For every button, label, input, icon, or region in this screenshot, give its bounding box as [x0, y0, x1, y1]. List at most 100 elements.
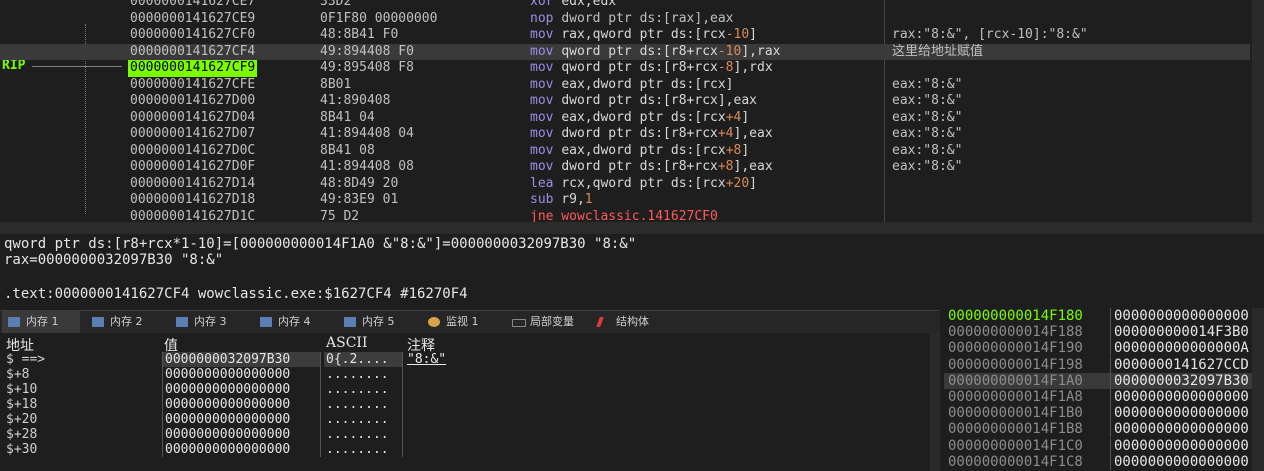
stack-value[interactable]: 000000000014F3B0 [1110, 324, 1249, 341]
disasm-address[interactable]: 0000000141627D07 [130, 126, 255, 143]
tab-1[interactable]: 内存 1 [2, 311, 80, 333]
dump-ascii[interactable]: ........ [324, 412, 403, 427]
disasm-row[interactable]: 0000000141627D0F 41:894408 08 mov dword pt… [0, 159, 1250, 176]
stack-row[interactable]: 000000000014F180 0000000000000000 [944, 308, 1264, 324]
disasm-address[interactable]: 0000000141627CE9 [130, 11, 255, 28]
dump-ascii[interactable]: ........ [324, 382, 403, 397]
dump-ascii[interactable]: ........ [324, 442, 403, 457]
stack-row[interactable]: 000000000014F1A0 0000000032097B30 [944, 372, 1264, 389]
stack-value[interactable]: 0000000000000000 [1110, 437, 1249, 454]
disasm-row[interactable]: 0000000141627CE9 0F1F80 00000000 nop dword… [0, 11, 1250, 28]
dump-ascii[interactable]: ........ [324, 397, 403, 412]
disasm-address[interactable]: 0000000141627CE7 [130, 0, 255, 11]
dump-value[interactable]: 0000000032097B30 [162, 352, 321, 367]
stack-row[interactable]: 000000000014F198 0000000141627CCD [944, 356, 1264, 373]
disasm-row[interactable]: 0000000141627D14 48:8D49 20 lea rcx,qword … [0, 176, 1250, 193]
stack-scrollbar[interactable] [1252, 308, 1264, 471]
stack-row[interactable]: 000000000014F1B8 0000000000000000 [944, 421, 1264, 438]
stack-value[interactable]: 0000000000000000 [1110, 421, 1249, 438]
stack-address[interactable]: 000000000014F190 [948, 340, 1083, 356]
disasm-address[interactable]: 0000000141627D14 [130, 176, 255, 193]
stack-address[interactable]: 000000000014F1B8 [948, 421, 1083, 437]
stack-value[interactable]: 0000000000000000 [1110, 405, 1249, 422]
disassembly-scrollbar[interactable] [1252, 0, 1264, 222]
disasm-address[interactable]: 0000000141627CF0 [130, 27, 255, 44]
stack-row[interactable]: 000000000014F190 000000000000000A [944, 340, 1264, 357]
stack-row[interactable]: 000000000014F1B0 0000000000000000 [944, 405, 1264, 422]
dump-row[interactable]: $+28 0000000000000000........ [0, 427, 930, 442]
dump-row[interactable]: $+20 0000000000000000........ [0, 412, 930, 427]
dump-value[interactable]: 0000000000000000 [162, 397, 321, 412]
disasm-address[interactable]: 0000000141627D0C [130, 143, 255, 160]
stack-value[interactable]: 0000000000000000 [1110, 389, 1249, 405]
dump-scrollbar[interactable] [930, 333, 940, 471]
horizontal-scrollbar[interactable] [0, 222, 1264, 234]
stack-address[interactable]: 000000000014F180 [948, 308, 1083, 324]
disasm-row[interactable]: 0000000141627D1C 75 D2 jne wowclassic.1416… [0, 209, 1250, 223]
stack-row[interactable]: 000000000014F1A8 0000000000000000 [944, 389, 1264, 405]
dump-row[interactable]: $ ==> 0000000032097B30 0{.2.... "8:&" [0, 352, 930, 367]
dump-value[interactable]: 0000000000000000 [162, 367, 321, 382]
disasm-address[interactable]: 0000000141627CFE [130, 77, 255, 94]
dump-value[interactable]: 0000000000000000 [162, 382, 321, 397]
instruction-token: mov [530, 93, 562, 108]
stack-row[interactable]: 000000000014F188 000000000014F3B0 [944, 324, 1264, 341]
disasm-instruction: mov dword ptr ds:[r8+rcx+4],eax [530, 126, 773, 143]
disasm-row[interactable]: 0000000141627CF0 48:8B41 F0 mov rax,qword … [0, 27, 1250, 44]
dump-ascii[interactable]: 0{.2.... [324, 352, 403, 367]
stack-address[interactable]: 000000000014F1C8 [948, 454, 1083, 470]
disasm-row[interactable]: 0000000141627CF4 49:894408 F0 mov qword pt… [0, 43, 1250, 61]
stack-address[interactable]: 000000000014F1A8 [948, 389, 1083, 405]
stack-address[interactable]: 000000000014F188 [948, 324, 1083, 340]
tab-8[interactable]: 结构体 [592, 311, 668, 333]
disasm-row[interactable]: 0000000141627D04 8B41 04 mov eax,dword ptr… [0, 110, 1250, 127]
disasm-row[interactable]: 0000000141627CFE 8B01 mov eax,dword ptr ds… [0, 77, 1250, 94]
stack-address[interactable]: 000000000014F198 [948, 357, 1083, 373]
stack-row[interactable]: 000000000014F1C0 0000000000000000 [944, 437, 1264, 454]
disasm-address[interactable]: 0000000141627D1C [130, 209, 255, 223]
stack-value[interactable]: 0000000032097B30 [1110, 372, 1249, 389]
dump-row[interactable]: $+30 0000000000000000........ [0, 442, 930, 457]
dump-value[interactable]: 0000000000000000 [162, 427, 321, 442]
stack-address[interactable]: 000000000014F1A0 [948, 373, 1083, 389]
disasm-row[interactable]: 0000000141627D00 41:890408 mov dword ptr d… [0, 93, 1250, 110]
disasm-row[interactable]: 0000000141627CE7 33D2 xor edx,edx [0, 0, 1250, 11]
locals-icon [512, 319, 526, 327]
disasm-address[interactable]: 0000000141627D0F [130, 159, 255, 176]
tab-3[interactable]: 内存 3 [170, 311, 248, 333]
tab-6[interactable]: 监视 1 [422, 311, 500, 333]
disassembly-pane[interactable]: RIP 0000000141627CE7 33D2 xor edx,edx 00000… [0, 0, 1264, 222]
tab-5[interactable]: 内存 5 [338, 311, 416, 333]
instruction-token: ] [749, 27, 757, 42]
disasm-address[interactable]: 0000000141627D04 [130, 110, 255, 127]
dump-ascii[interactable]: ........ [324, 427, 403, 442]
stack-address[interactable]: 000000000014F1C0 [948, 438, 1083, 454]
tab-7[interactable]: 局部变量 [506, 311, 586, 333]
dump-value[interactable]: 0000000000000000 [162, 442, 321, 457]
stack-value[interactable]: 0000000141627CCD [1110, 356, 1249, 373]
instruction-token: mov [530, 76, 562, 92]
stack-row[interactable]: 000000000014F1C8 0000000000000000 [944, 453, 1264, 470]
dump-row[interactable]: $+18 0000000000000000........ [0, 397, 930, 412]
tab-4[interactable]: 内存 4 [254, 311, 332, 333]
disasm-row[interactable]: 0000000141627D07 41:894408 04 mov dword pt… [0, 126, 1250, 143]
dump-row[interactable]: $+10 0000000000000000........ [0, 382, 930, 397]
disasm-row[interactable]: 0000000141627D18 49:83E9 01 sub r9,1 [0, 192, 1250, 209]
dump-offset-label: $+10 [6, 382, 38, 397]
disasm-address[interactable]: 0000000141627CF4 [130, 44, 255, 61]
disasm-address[interactable]: 0000000141627D00 [130, 93, 255, 110]
dump-row[interactable]: $+8 0000000000000000........ [0, 367, 930, 382]
tab-2[interactable]: 内存 2 [86, 311, 164, 333]
memory-dump-pane[interactable]: 地址 值 ASCII 注释 $ ==> 0000000032097B30 0{.2.… [0, 333, 930, 471]
stack-pane[interactable]: 000000000014F180 0000000000000000 00000000… [944, 308, 1264, 471]
dump-ascii[interactable]: ........ [324, 367, 403, 382]
stack-value[interactable]: 0000000000000000 [1110, 453, 1249, 470]
disasm-row[interactable]: 0000000141627D0C 8B41 08 mov eax,dword ptr… [0, 143, 1250, 160]
stack-value[interactable]: 0000000000000000 [1110, 308, 1249, 324]
stack-value[interactable]: 000000000000000A [1110, 340, 1249, 357]
disasm-address[interactable]: 0000000141627CF9 [128, 60, 258, 77]
disasm-address[interactable]: 0000000141627D18 [130, 192, 255, 209]
dump-value[interactable]: 0000000000000000 [162, 412, 321, 427]
stack-address[interactable]: 000000000014F1B0 [948, 405, 1083, 421]
disasm-row[interactable]: 0000000141627CF9 49:895408 F8 mov qword pt… [0, 60, 1250, 77]
